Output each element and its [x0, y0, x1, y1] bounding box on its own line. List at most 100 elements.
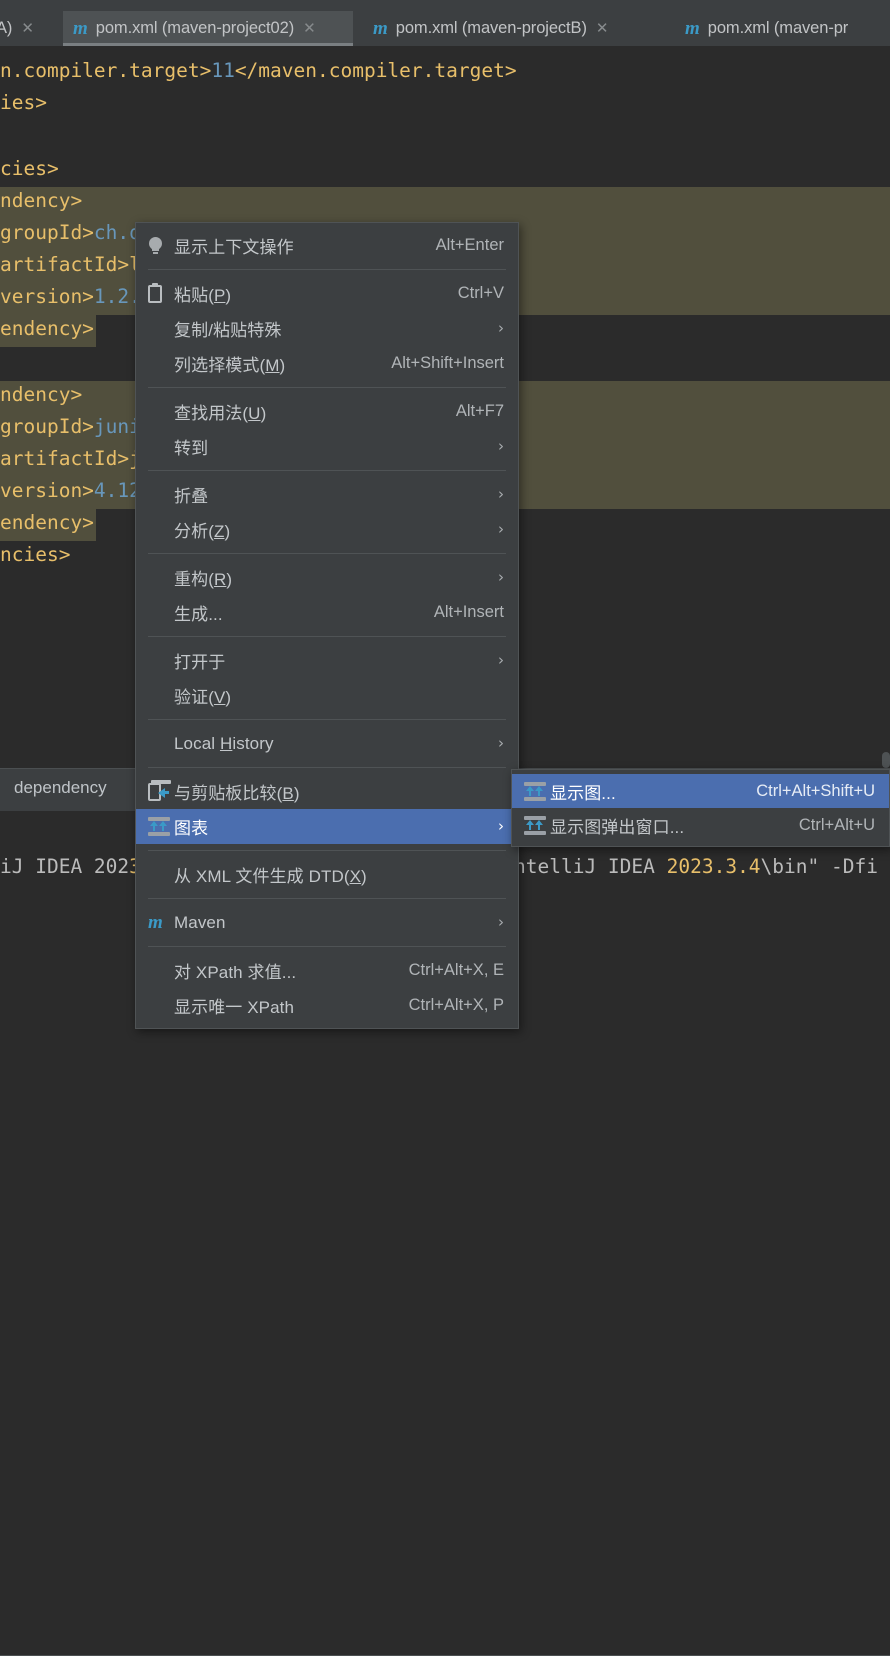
no-icon: [148, 996, 174, 1016]
diagram-icon: [524, 781, 550, 801]
submenu-item-accel: Ctrl+Alt+U: [798, 815, 875, 834]
no-icon: [148, 961, 174, 981]
menu-item-label: 重构(R): [174, 570, 233, 589]
menu-item-validate[interactable]: 验证(V): [136, 678, 518, 713]
no-icon: [148, 402, 174, 422]
tab-bar-top-strip: [0, 0, 890, 11]
close-icon[interactable]: ✕: [303, 21, 316, 36]
chevron-right-icon: ›: [498, 520, 504, 538]
maven-m-icon: m: [148, 912, 163, 933]
menu-item-label: 从 XML 文件生成 DTD(X): [174, 867, 367, 886]
menu-item-label: 打开于: [174, 653, 226, 672]
no-icon: [148, 651, 174, 671]
no-icon: [148, 437, 174, 457]
diagram-icon: [148, 817, 174, 837]
menu-separator: [148, 553, 506, 554]
code-line: groupId>ch.q: [0, 221, 141, 244]
menu-item-label: 粘贴(P): [174, 286, 232, 305]
menu-item-label: Maven: [174, 912, 226, 932]
menu-item-maven[interactable]: m Maven ›: [136, 905, 518, 940]
menu-item-generate[interactable]: 生成... Alt+Insert: [136, 595, 518, 630]
menu-separator: [148, 898, 506, 899]
menu-item-label: 查找用法(U): [174, 404, 267, 423]
editor-scrollbar-thumb[interactable]: [882, 752, 890, 768]
clipboard-icon: [148, 282, 174, 304]
breadcrumb[interactable]: dependency: [14, 778, 107, 798]
menu-item-accel: Ctrl+V: [457, 284, 504, 302]
menu-item-label: 显示上下文操作: [174, 238, 294, 257]
menu-separator: [148, 269, 506, 270]
submenu-item-label: 显示图弹出窗口...: [550, 817, 685, 837]
submenu-item-show-diagram-popup[interactable]: 显示图弹出窗口... Ctrl+Alt+U: [512, 808, 889, 842]
close-icon[interactable]: ✕: [596, 21, 609, 36]
close-icon[interactable]: ✕: [21, 21, 34, 36]
diagram-icon: [524, 815, 550, 835]
editor-context-menu[interactable]: 显示上下文操作 Alt+Enter 粘贴(P) Ctrl+V 复制/粘贴特殊 ›…: [135, 222, 519, 1029]
diagrams-submenu[interactable]: 显示图... Ctrl+Alt+Shift+U 显示图弹出窗口... Ctrl+…: [511, 769, 890, 847]
ide-window: A) ✕ m pom.xml (maven-project02) ✕ m pom…: [0, 0, 890, 1656]
menu-item-generate-dtd-from-xml[interactable]: 从 XML 文件生成 DTD(X): [136, 857, 518, 892]
menu-item-show-context-actions[interactable]: 显示上下文操作 Alt+Enter: [136, 228, 518, 263]
menu-item-accel: Alt+Enter: [435, 236, 504, 254]
code-line: cies>: [0, 157, 59, 180]
editor-tab-1[interactable]: m pom.xml (maven-project02) ✕: [63, 11, 353, 46]
menu-item-diagrams[interactable]: 图表 ›: [136, 809, 518, 844]
chevron-right-icon: ›: [498, 485, 504, 503]
menu-separator: [148, 719, 506, 720]
terminal-line-left: iJ IDEA 2023: [0, 855, 141, 878]
menu-item-open-in[interactable]: 打开于 ›: [136, 643, 518, 678]
code-line: version>4.12: [0, 479, 141, 502]
code-line: ndency>: [0, 189, 83, 212]
editor-tab-3[interactable]: m pom.xml (maven-pr: [675, 11, 890, 46]
menu-item-refactor[interactable]: 重构(R) ›: [136, 560, 518, 595]
editor-tab-2[interactable]: m pom.xml (maven-projectB) ✕: [363, 11, 668, 46]
editor-tab-0[interactable]: A) ✕: [0, 11, 52, 46]
chevron-right-icon: ›: [498, 913, 504, 931]
chevron-right-icon: ›: [498, 734, 504, 752]
menu-separator: [148, 850, 506, 851]
code-line: ndency>: [0, 383, 83, 406]
menu-item-folding[interactable]: 折叠 ›: [136, 477, 518, 512]
code-line: ies>: [0, 91, 47, 114]
maven-m-icon: m: [373, 18, 388, 39]
maven-m-icon: m: [685, 18, 700, 39]
menu-item-label: 列选择模式(M): [174, 356, 286, 375]
menu-item-accel: Alt+Shift+Insert: [391, 354, 504, 372]
menu-item-column-selection-mode[interactable]: 列选择模式(M) Alt+Shift+Insert: [136, 346, 518, 381]
tab-label: pom.xml (maven-pr: [707, 19, 849, 37]
submenu-item-accel: Ctrl+Alt+Shift+U: [756, 781, 875, 800]
no-icon: [148, 865, 174, 885]
menu-item-local-history[interactable]: Local History ›: [136, 726, 518, 761]
code-line: ncies>: [0, 543, 71, 566]
menu-item-label: 对 XPath 求值...: [174, 963, 297, 982]
menu-item-label: Local History: [174, 733, 274, 753]
menu-item-copy-paste-special[interactable]: 复制/粘贴特殊 ›: [136, 311, 518, 346]
menu-item-find-usages[interactable]: 查找用法(U) Alt+F7: [136, 394, 518, 429]
no-icon: [148, 734, 174, 754]
submenu-item-show-diagram[interactable]: 显示图... Ctrl+Alt+Shift+U: [512, 774, 889, 808]
menu-item-label: 与剪贴板比较(B): [174, 784, 300, 803]
menu-separator: [148, 946, 506, 947]
chevron-right-icon: ›: [498, 319, 504, 337]
no-icon: [148, 520, 174, 540]
menu-item-evaluate-xpath[interactable]: 对 XPath 求值... Ctrl+Alt+X, E: [136, 953, 518, 988]
menu-item-compare-with-clipboard[interactable]: 与剪贴板比较(B): [136, 774, 518, 809]
menu-item-show-unique-xpath[interactable]: 显示唯一 XPath Ctrl+Alt+X, P: [136, 988, 518, 1023]
menu-separator: [148, 636, 506, 637]
editor-tab-bar: A) ✕ m pom.xml (maven-project02) ✕ m pom…: [0, 0, 890, 47]
maven-m-icon: m: [73, 18, 88, 39]
no-icon: [148, 568, 174, 588]
menu-item-analyze[interactable]: 分析(Z) ›: [136, 512, 518, 547]
lightbulb-icon: [148, 236, 174, 256]
menu-item-paste[interactable]: 粘贴(P) Ctrl+V: [136, 276, 518, 311]
menu-item-accel: Ctrl+Alt+X, P: [408, 996, 504, 1014]
menu-separator: [148, 470, 506, 471]
no-icon: [148, 485, 174, 505]
menu-item-accel: Alt+F7: [455, 402, 504, 420]
code-line: version>1.2.: [0, 285, 141, 308]
code-line: endency>: [0, 317, 94, 340]
menu-item-label: 复制/粘贴特殊: [174, 321, 282, 340]
tab-label: A): [0, 19, 13, 37]
menu-item-label: 验证(V): [174, 688, 232, 707]
menu-item-goto[interactable]: 转到 ›: [136, 429, 518, 464]
